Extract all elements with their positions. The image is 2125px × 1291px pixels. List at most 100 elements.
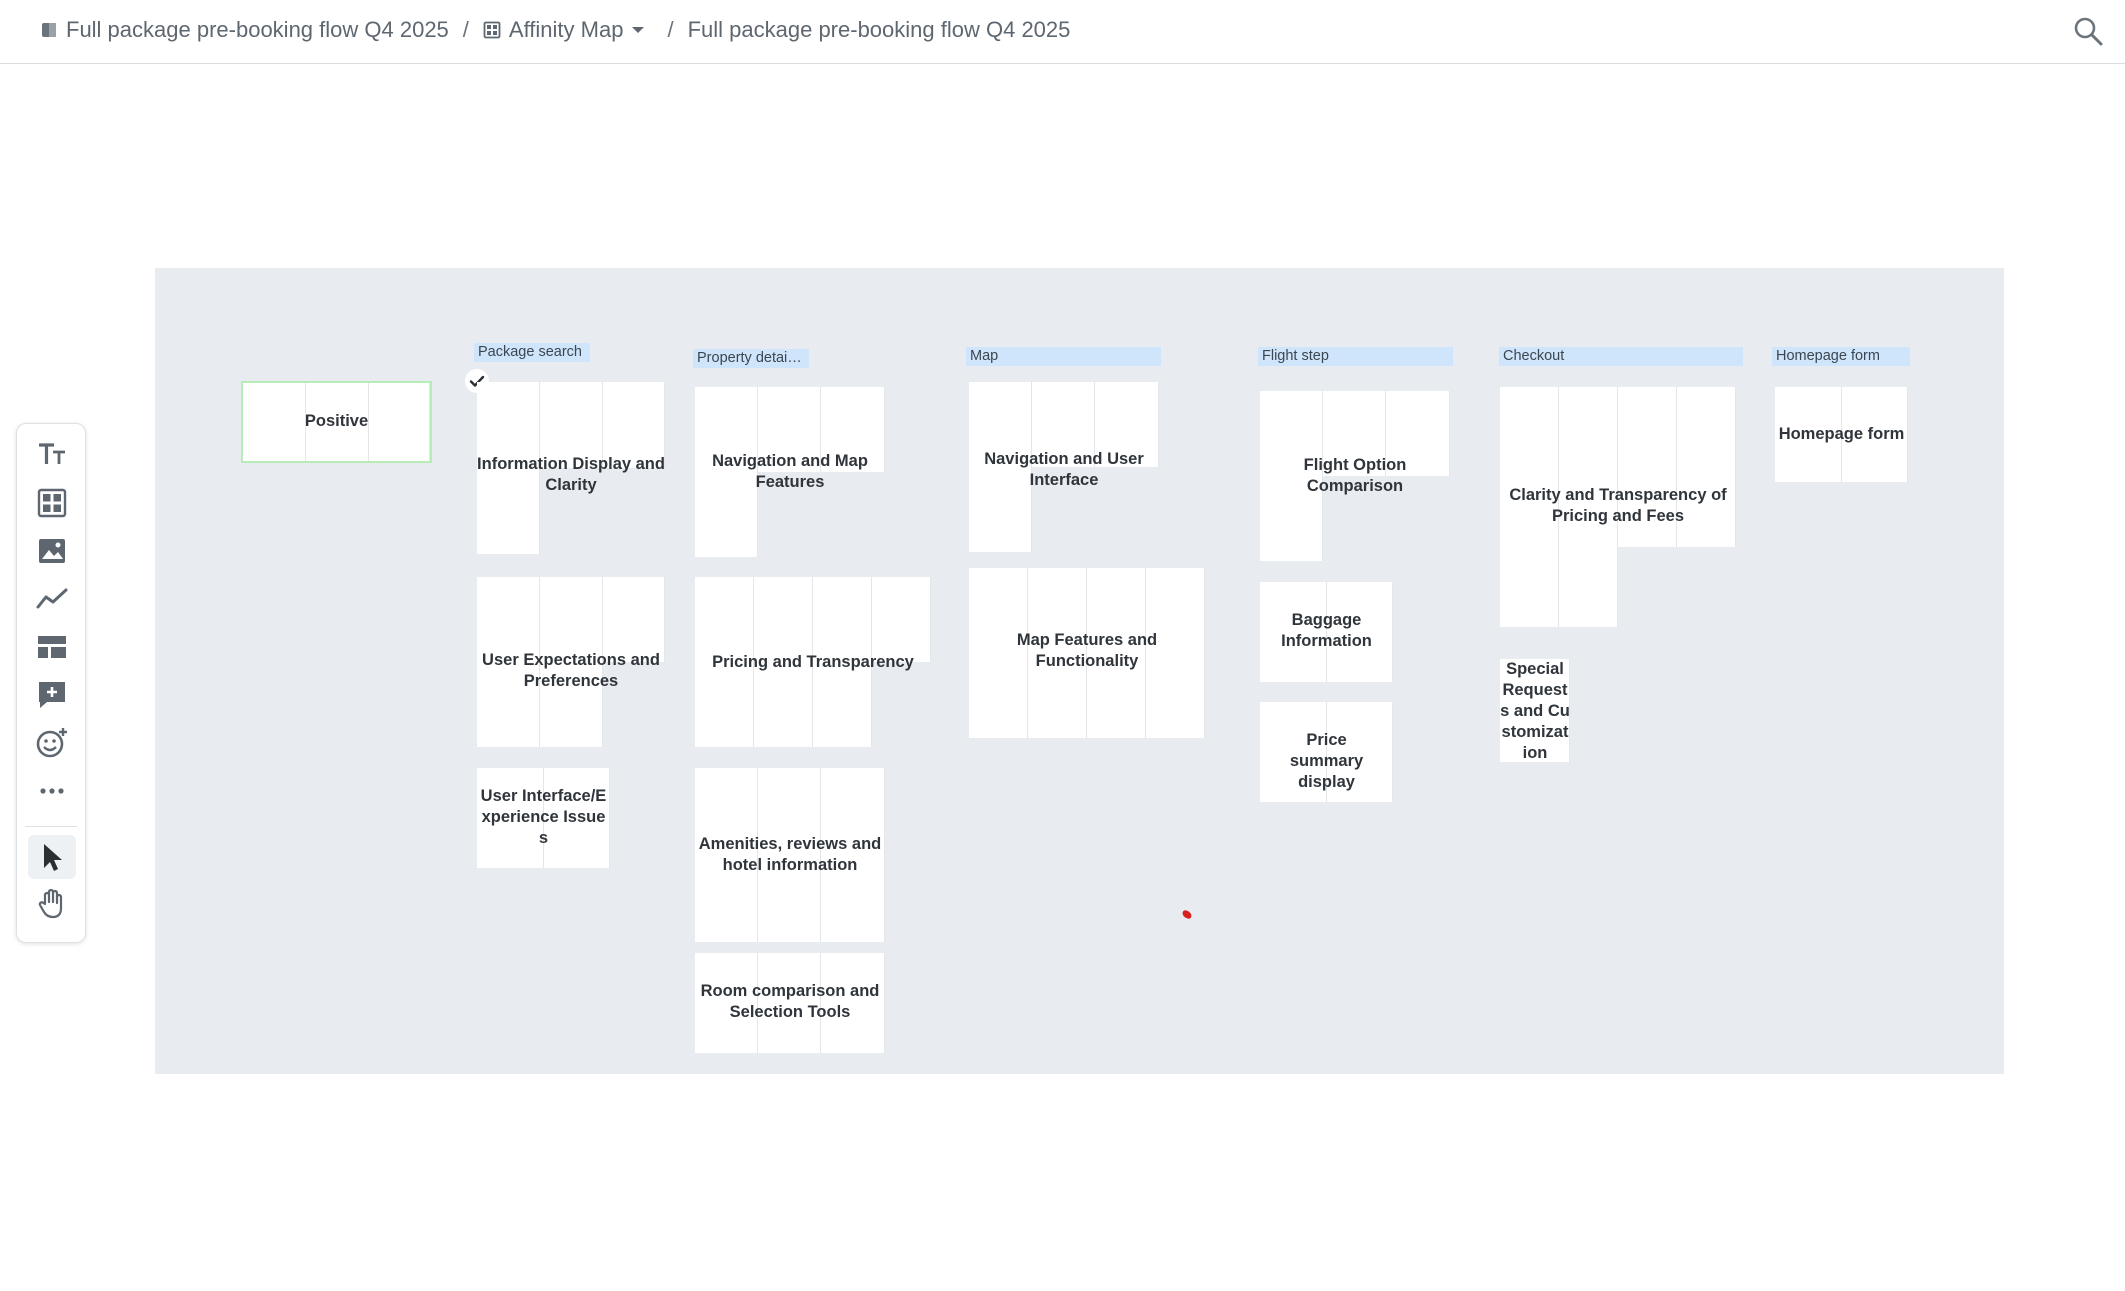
sticky-note[interactable] xyxy=(1032,382,1095,467)
select-tool[interactable] xyxy=(28,835,76,879)
cluster-amenities[interactable]: Amenities, reviews and hotel information xyxy=(695,768,885,942)
cluster-information-display[interactable]: Information Display and Clarity xyxy=(477,382,665,554)
sticky-note[interactable] xyxy=(1559,387,1618,627)
sticky-note[interactable] xyxy=(758,387,821,472)
sticky-note[interactable] xyxy=(758,768,821,942)
sticky-note[interactable] xyxy=(603,382,665,468)
cluster-price-summary[interactable]: Price summary display xyxy=(1260,702,1393,802)
breadcrumb-project[interactable]: Full package pre-booking flow Q4 2025 xyxy=(40,17,449,43)
sticky-note[interactable] xyxy=(1260,582,1327,682)
sticky-note[interactable] xyxy=(1260,702,1327,802)
top-bar: Full package pre-booking flow Q4 2025 / … xyxy=(0,0,2125,64)
sticky-note[interactable] xyxy=(1146,568,1205,738)
search-button[interactable] xyxy=(2071,14,2105,48)
sticky-note[interactable] xyxy=(1500,659,1570,762)
grid-icon xyxy=(483,21,501,39)
sticky-note[interactable] xyxy=(540,382,603,468)
sticky-note[interactable] xyxy=(1775,387,1842,482)
more-horizontal-icon xyxy=(40,788,64,794)
sticky-note[interactable] xyxy=(821,768,885,942)
sticky-note[interactable] xyxy=(369,383,430,461)
comment-tool[interactable] xyxy=(34,677,70,713)
lane-label-package-search[interactable]: Package search xyxy=(474,343,590,362)
cursor-arrow-icon xyxy=(44,844,62,871)
breadcrumb-view-dropdown[interactable]: Affinity Map xyxy=(483,17,648,43)
cluster-tool[interactable] xyxy=(34,485,70,521)
sticky-note[interactable] xyxy=(306,383,369,461)
lane-label-homepage-form[interactable]: Homepage form xyxy=(1772,347,1910,366)
cluster-homepage-form[interactable]: Homepage form xyxy=(1775,387,1908,482)
cluster-clarity-pricing-fees[interactable]: Clarity and Transparency of Pricing and … xyxy=(1500,387,1736,627)
table-layout-icon xyxy=(38,636,66,658)
sticky-note[interactable] xyxy=(695,387,758,557)
comment-add-icon xyxy=(39,682,65,708)
cluster-special-requests[interactable]: Special Requests and Customization xyxy=(1500,659,1570,762)
text-tool[interactable] xyxy=(34,436,70,472)
breadcrumb-board[interactable]: Full package pre-booking flow Q4 2025 xyxy=(688,17,1071,43)
image-tool[interactable] xyxy=(34,533,70,569)
collaborator-cursor-marker xyxy=(1180,908,1194,921)
line-tool[interactable] xyxy=(34,581,70,617)
line-chart-icon xyxy=(36,588,68,609)
sticky-note[interactable] xyxy=(1095,382,1159,467)
sticky-note[interactable] xyxy=(540,577,603,747)
sticky-note[interactable] xyxy=(1500,387,1559,627)
sticky-note[interactable] xyxy=(758,953,821,1053)
lane-label-checkout[interactable]: Checkout xyxy=(1499,347,1743,366)
sticky-note[interactable] xyxy=(544,768,610,868)
image-icon xyxy=(39,539,65,563)
search-icon xyxy=(2074,17,2103,46)
caret-down-icon xyxy=(632,27,645,33)
document-icon xyxy=(42,23,56,37)
sticky-note[interactable] xyxy=(813,577,872,747)
sticky-note[interactable] xyxy=(603,577,665,662)
sticky-note[interactable] xyxy=(477,382,540,554)
sticky-note[interactable] xyxy=(243,383,306,461)
sticky-note[interactable] xyxy=(754,577,813,747)
cluster-ui-issues[interactable]: User Interface/Experience Issues xyxy=(477,768,610,868)
toolbar-divider xyxy=(25,826,77,827)
sticky-note[interactable] xyxy=(695,577,754,747)
sticky-note[interactable] xyxy=(1323,391,1386,476)
sticky-note[interactable] xyxy=(1087,568,1146,738)
sticky-note[interactable] xyxy=(477,768,544,868)
sticky-note[interactable] xyxy=(1618,387,1677,547)
left-toolbar xyxy=(16,423,86,943)
sticky-note[interactable] xyxy=(969,382,1032,552)
sticky-note[interactable] xyxy=(1028,568,1087,738)
sticky-note[interactable] xyxy=(695,768,758,942)
more-tools-button[interactable] xyxy=(34,773,70,809)
positive-cluster[interactable]: Positive xyxy=(241,381,432,463)
breadcrumb-separator: / xyxy=(667,17,674,42)
sticky-note[interactable] xyxy=(1327,582,1393,682)
sticky-note[interactable] xyxy=(821,387,885,472)
sticky-note[interactable] xyxy=(1386,391,1450,476)
reaction-tool[interactable] xyxy=(34,725,70,761)
pan-tool[interactable] xyxy=(34,885,70,921)
cluster-baggage-information[interactable]: Baggage Information xyxy=(1260,582,1393,682)
cluster-navigation-map-features[interactable]: Navigation and Map Features xyxy=(695,387,885,557)
sticky-note[interactable] xyxy=(695,953,758,1053)
sticky-note[interactable] xyxy=(872,577,931,662)
hand-icon xyxy=(38,888,63,919)
cluster-map-features[interactable]: Map Features and Functionality xyxy=(969,568,1205,738)
layout-tool[interactable] xyxy=(34,629,70,665)
lane-label-flight-step[interactable]: Flight step xyxy=(1258,347,1453,366)
breadcrumb-view-label: Affinity Map xyxy=(508,17,624,42)
sticky-note[interactable] xyxy=(969,568,1028,738)
emoji-add-icon xyxy=(36,728,67,758)
affinity-board[interactable]: Positive Package search Property detai… … xyxy=(155,268,2004,1074)
cluster-user-expectations[interactable]: User Expectations and Preferences xyxy=(477,577,665,747)
lane-label-property-details[interactable]: Property detai… xyxy=(693,349,809,368)
cluster-flight-option-comparison[interactable]: Flight Option Comparison xyxy=(1260,391,1450,561)
sticky-note[interactable] xyxy=(1260,391,1323,561)
cluster-room-comparison[interactable]: Room comparison and Selection Tools xyxy=(695,953,885,1053)
sticky-note[interactable] xyxy=(1842,387,1908,482)
lane-label-map[interactable]: Map xyxy=(966,347,1161,366)
sticky-note[interactable] xyxy=(1677,387,1736,547)
sticky-note[interactable] xyxy=(821,953,885,1053)
sticky-note[interactable] xyxy=(1327,702,1393,802)
cluster-navigation-ui[interactable]: Navigation and User Interface xyxy=(969,382,1159,552)
cluster-pricing-transparency[interactable]: Pricing and Transparency xyxy=(695,577,931,747)
sticky-note[interactable] xyxy=(477,577,540,747)
